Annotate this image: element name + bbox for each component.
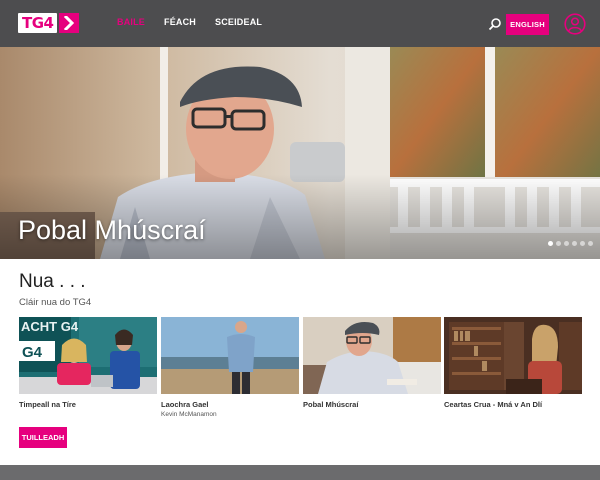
more-button[interactable]: TUILLEADH (19, 427, 67, 448)
user-account-icon[interactable] (564, 13, 586, 35)
hero-title[interactable]: Pobal Mhúscraí (18, 215, 206, 246)
program-title[interactable]: Pobal Mhúscraí (303, 400, 441, 409)
carousel-dot[interactable] (588, 241, 593, 246)
program-thumbnail (161, 317, 299, 394)
program-subtitle: Kevin McManamon (161, 411, 217, 418)
program-thumbnail: ACHT G4 G4 (19, 317, 157, 394)
carousel-dot[interactable] (548, 241, 553, 246)
main-nav: BAILE FÉACH SCEIDEAL (117, 17, 262, 27)
program-card[interactable]: Laochra Gael Kevin McManamon (161, 317, 299, 418)
carousel-dot[interactable] (556, 241, 561, 246)
carousel-dot[interactable] (564, 241, 569, 246)
nav-sceideal[interactable]: SCEIDEAL (215, 17, 262, 27)
tg4-logo[interactable]: TG4 (18, 13, 80, 33)
program-title[interactable]: Timpeall na Tíre (19, 400, 157, 409)
program-title[interactable]: Laochra Gael (161, 400, 299, 409)
carousel-dot[interactable] (572, 241, 577, 246)
footer-bar (0, 465, 600, 480)
section-title: Nua . . . (19, 271, 86, 292)
program-card[interactable]: ACHT G4 G4 Timpeall na Tíre (19, 317, 157, 409)
logo-wordmark: TG4 (18, 13, 58, 33)
hero-banner[interactable]: Pobal Mhúscraí (0, 47, 600, 259)
thumb-backdrop-text: ACHT G4 (21, 319, 79, 334)
nav-feach[interactable]: FÉACH (164, 17, 196, 27)
program-thumbnail (444, 317, 582, 394)
top-navigation-bar: TG4 BAILE FÉACH SCEIDEAL ENGLISH (0, 0, 600, 47)
svg-text:G4: G4 (22, 344, 43, 361)
logo-text: TG4 (22, 14, 54, 32)
carousel-dots (548, 241, 593, 246)
nav-baile[interactable]: BAILE (117, 17, 145, 27)
search-icon[interactable] (488, 17, 502, 31)
section-subtitle: Cláir nua do TG4 (19, 297, 92, 308)
carousel-dot[interactable] (580, 241, 585, 246)
program-title[interactable]: Ceartas Crua - Mná v An Dlí (444, 400, 582, 409)
english-language-button[interactable]: ENGLISH (506, 14, 549, 35)
program-thumbnail (303, 317, 441, 394)
chevron-right-icon (59, 13, 80, 33)
program-card[interactable]: Pobal Mhúscraí (303, 317, 441, 409)
program-card[interactable]: Ceartas Crua - Mná v An Dlí (444, 317, 582, 409)
